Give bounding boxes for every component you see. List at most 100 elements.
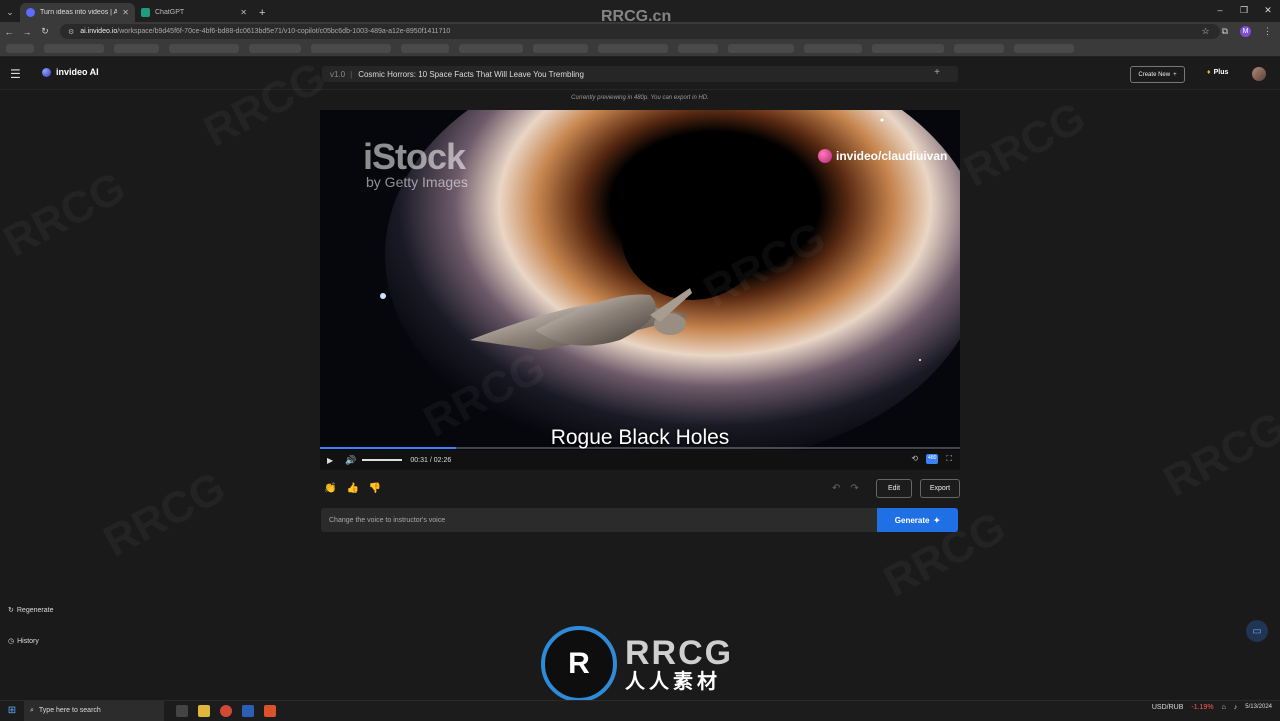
minimize-icon[interactable]: – xyxy=(1208,0,1232,20)
bookmark-item[interactable] xyxy=(114,44,159,53)
taskbar-search-placeholder: Type here to search xyxy=(38,707,101,714)
forward-icon[interactable]: → xyxy=(18,27,36,37)
bookmark-item[interactable] xyxy=(954,44,1004,53)
fullscreen-icon[interactable]: ⛶ xyxy=(946,454,952,464)
create-new-button[interactable]: Create New + xyxy=(1130,66,1185,83)
close-window-icon[interactable]: ✕ xyxy=(1256,0,1280,20)
rrcg-watermark: RRCG xyxy=(956,93,1094,198)
undo-icon[interactable]: ↶ xyxy=(832,483,840,494)
history-controls: ↶ ↷ xyxy=(832,483,859,494)
rrcg-watermark: RRCG xyxy=(96,463,234,568)
plus-icon: + xyxy=(1173,71,1177,78)
bookmark-item[interactable] xyxy=(804,44,862,53)
network-icon[interactable]: ⌂ xyxy=(1222,704,1226,711)
bookmark-item[interactable] xyxy=(598,44,668,53)
bookmark-item[interactable] xyxy=(872,44,944,53)
powerpoint-icon[interactable] xyxy=(264,704,276,717)
chat-support-icon[interactable]: ▭ xyxy=(1246,620,1268,642)
app-header: ☰ invideo AI v1.0 | Cosmic Horrors: 10 S… xyxy=(0,58,1280,90)
tab-title: Turn ideas into videos | AI vide xyxy=(40,9,118,16)
task-view-icon[interactable] xyxy=(176,704,188,717)
tab-title: ChatGPT xyxy=(155,9,185,16)
volume-tray-icon[interactable]: ♪ xyxy=(1234,704,1238,711)
menu-icon[interactable]: ☰ xyxy=(10,67,21,81)
chrome-icon[interactable] xyxy=(220,704,232,717)
bookmark-item[interactable] xyxy=(401,44,449,53)
rrcg-watermark: RRCG xyxy=(0,163,134,268)
tab-search-icon[interactable]: ⌄ xyxy=(0,2,20,22)
tab-chatgpt[interactable]: ChatGPT ✕ xyxy=(135,3,253,22)
add-icon[interactable]: + xyxy=(934,67,940,78)
video-player[interactable]: iStock by Getty Images invideo/claudiuiv… xyxy=(320,110,960,470)
chatgpt-favicon-icon xyxy=(141,8,150,17)
thumbs-down-icon[interactable]: 👎 xyxy=(369,483,381,494)
close-tab-icon[interactable]: ✕ xyxy=(122,8,129,17)
new-tab-button[interactable]: + xyxy=(253,7,271,22)
bookmark-item[interactable] xyxy=(44,44,104,53)
profile-avatar[interactable]: M xyxy=(1240,26,1251,37)
time-display: 00:31 / 02:26 xyxy=(410,456,452,464)
prompt-input[interactable]: Change the voice to instructor's voice xyxy=(321,508,877,532)
project-title-bar[interactable]: v1.0 | Cosmic Horrors: 10 Space Facts Th… xyxy=(322,66,958,82)
window-controls: – ❐ ✕ xyxy=(1208,0,1280,20)
taskbar-search[interactable]: ⌕ Type here to search xyxy=(24,700,164,721)
currency-change: -1.19% xyxy=(1191,704,1214,711)
rrcg-logo-subtitle: 人人素材 xyxy=(625,671,721,693)
progress-fill xyxy=(320,447,456,449)
progress-bar[interactable] xyxy=(320,447,960,449)
bookmark-item[interactable] xyxy=(1014,44,1074,53)
bookmark-item[interactable] xyxy=(728,44,794,53)
user-avatar[interactable] xyxy=(1252,67,1266,81)
bookmark-item[interactable] xyxy=(533,44,588,53)
edit-button[interactable]: Edit xyxy=(876,479,912,498)
refresh-icon: ↻ xyxy=(8,607,14,614)
thumbs-up-icon[interactable]: 👍 xyxy=(346,483,358,494)
plan-badge[interactable]: ♦ Plus xyxy=(1207,69,1228,76)
preview-note: Currently previewing in 480p. You can ex… xyxy=(571,95,709,101)
clock-date[interactable]: 5/13/2024 xyxy=(1245,704,1272,711)
generate-label: Generate xyxy=(894,515,930,525)
volume-slider[interactable] xyxy=(362,459,403,461)
regenerate-button[interactable]: ↻ Regenerate xyxy=(4,603,57,617)
creator-handle: invideo/claudiuivan xyxy=(836,149,948,163)
loop-icon[interactable]: ⟲ xyxy=(911,454,918,464)
close-tab-icon[interactable]: ✕ xyxy=(240,8,247,17)
play-icon[interactable]: ▶ xyxy=(327,456,333,465)
system-tray: USD/RUB -1.19% ⌂ ♪ 5/13/2024 xyxy=(1152,704,1272,711)
rrcg-logo: R RRCG 人人素材 xyxy=(541,626,733,702)
reload-icon[interactable]: ↻ xyxy=(36,26,54,37)
bookmark-item[interactable] xyxy=(169,44,239,53)
currency-label: USD/RUB xyxy=(1151,704,1184,711)
bookmark-item[interactable] xyxy=(6,44,34,53)
bookmark-item[interactable] xyxy=(678,44,718,53)
bookmark-item[interactable] xyxy=(459,44,523,53)
site-info-icon[interactable]: ⚙ xyxy=(68,28,74,36)
bookmark-item[interactable] xyxy=(311,44,391,53)
url-path: /workspace/b9d45f6f-70ce-4bf6-bd88-dc061… xyxy=(117,28,451,35)
project-title: Cosmic Horrors: 10 Space Facts That Will… xyxy=(358,69,584,79)
extensions-icon[interactable]: ⧉ xyxy=(1222,26,1228,37)
url-field[interactable]: ⚙ ai.invideo.io/workspace/b9d45f6f-70ce-… xyxy=(60,24,1220,39)
volume-icon[interactable]: 🔊 xyxy=(345,455,356,466)
invideo-logo-icon xyxy=(818,149,832,163)
create-new-label: Create New xyxy=(1138,71,1171,78)
restore-icon[interactable]: ❐ xyxy=(1232,0,1256,20)
plan-label: Plus xyxy=(1213,69,1229,76)
brand-logo[interactable]: invideo AI xyxy=(42,67,99,77)
redo-icon[interactable]: ↷ xyxy=(850,483,858,494)
export-button[interactable]: Export xyxy=(920,479,960,498)
file-explorer-icon[interactable] xyxy=(198,704,210,717)
back-icon[interactable]: ← xyxy=(0,27,18,37)
search-icon: ⌕ xyxy=(30,706,34,714)
tab-invideo[interactable]: Turn ideas into videos | AI vide ✕ xyxy=(20,3,135,22)
sparkle-icon: ✦ xyxy=(933,515,941,525)
clap-icon[interactable]: 👏 xyxy=(324,483,336,494)
windows-start-icon[interactable]: ⊞ xyxy=(0,705,24,716)
word-icon[interactable] xyxy=(242,704,254,717)
bookmark-item[interactable] xyxy=(249,44,301,53)
browser-menu-icon[interactable]: ⋮ xyxy=(1263,26,1272,37)
history-button[interactable]: ◷ History xyxy=(4,634,43,648)
quality-badge[interactable]: 480 xyxy=(926,454,939,464)
os-taskbar: ⊞ ⌕ Type here to search USD/RUB -1.19% ⌂… xyxy=(0,700,1280,721)
bookmark-star-icon[interactable]: ☆ xyxy=(1201,26,1209,37)
